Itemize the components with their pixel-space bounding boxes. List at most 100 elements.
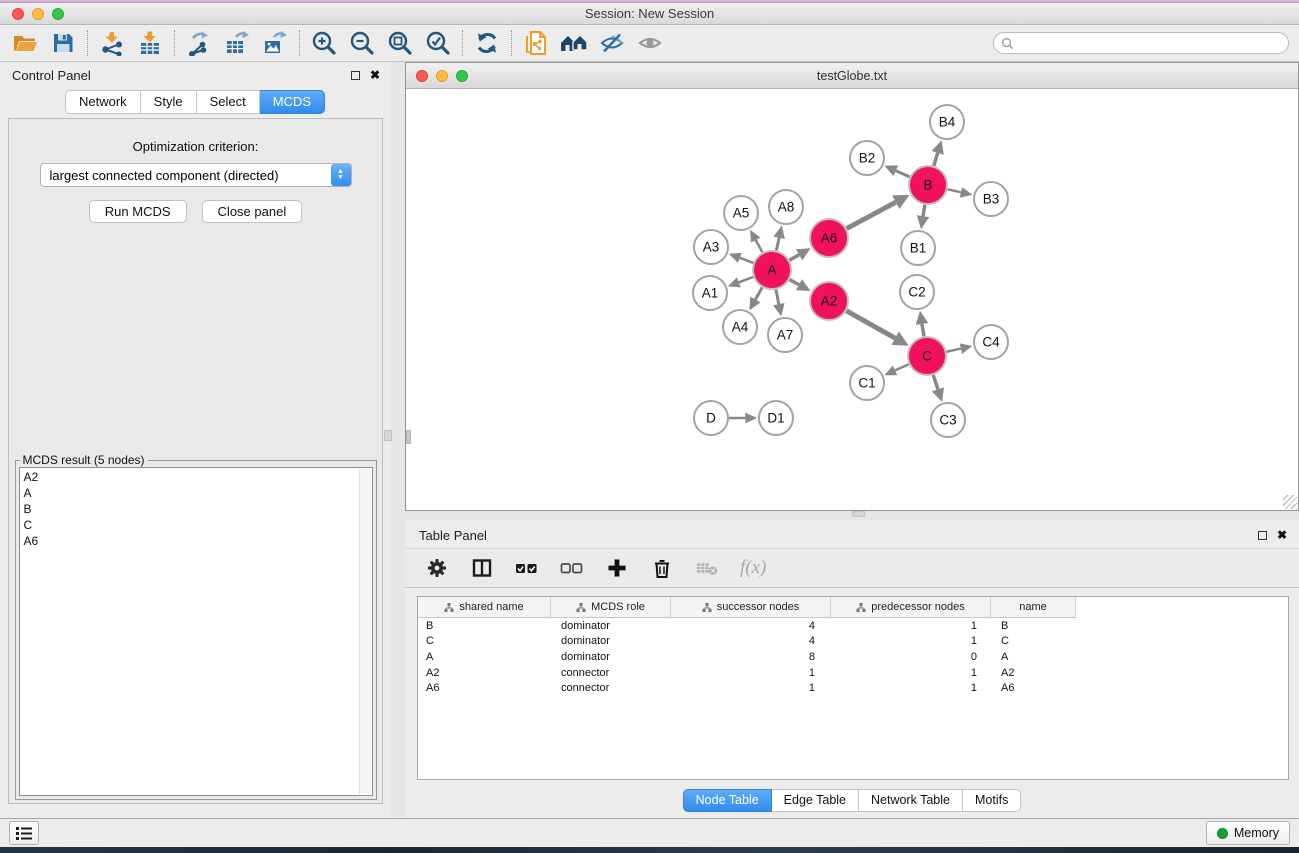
column-header-MCDS-role[interactable]: MCDS role bbox=[551, 597, 671, 618]
graph-node-D1[interactable]: D1 bbox=[759, 401, 793, 435]
graph-edge-C-C3[interactable] bbox=[933, 375, 938, 389]
tab-style[interactable]: Style bbox=[141, 90, 197, 114]
graph-edge-B-B2[interactable] bbox=[896, 171, 910, 177]
select-all-columns-icon[interactable] bbox=[515, 556, 539, 580]
network-from-file-icon[interactable] bbox=[521, 29, 551, 57]
float-table-panel-icon[interactable] bbox=[1258, 531, 1267, 540]
result-scrollbar[interactable] bbox=[359, 469, 371, 794]
graph-edge-B-B4[interactable] bbox=[934, 153, 938, 166]
splitter-handle[interactable] bbox=[852, 511, 865, 517]
close-panel-icon[interactable]: ✖ bbox=[370, 71, 380, 80]
table-row[interactable]: A2connector11A2 bbox=[418, 665, 1288, 681]
graph-node-A7[interactable]: A7 bbox=[768, 318, 802, 352]
result-list-item[interactable]: A2 bbox=[24, 469, 358, 485]
graph-node-A4[interactable]: A4 bbox=[723, 310, 757, 344]
tab-edge-table[interactable]: Edge Table bbox=[772, 789, 859, 812]
delete-table-icon[interactable] bbox=[695, 556, 719, 580]
graph-node-B4[interactable]: B4 bbox=[930, 105, 964, 139]
graph-edge-A-A8[interactable] bbox=[776, 238, 779, 251]
graph-edge-C-C4[interactable] bbox=[947, 349, 961, 352]
import-table-icon[interactable] bbox=[135, 29, 165, 57]
memory-button[interactable]: Memory bbox=[1206, 821, 1290, 845]
graph-node-B2[interactable]: B2 bbox=[850, 141, 884, 175]
column-header-shared-name[interactable]: shared name bbox=[418, 597, 551, 618]
graph-edge-C-C1[interactable] bbox=[895, 364, 909, 370]
close-network-window-button[interactable] bbox=[416, 70, 428, 82]
graph-edge-B-B3[interactable] bbox=[948, 189, 961, 192]
graph-node-A1[interactable]: A1 bbox=[693, 276, 727, 310]
export-image-icon[interactable] bbox=[260, 29, 290, 57]
graph-node-B3[interactable]: B3 bbox=[974, 182, 1008, 216]
open-session-icon[interactable] bbox=[10, 29, 40, 57]
save-session-icon[interactable] bbox=[48, 29, 78, 57]
tab-network-table[interactable]: Network Table bbox=[859, 789, 963, 812]
create-new-column-icon[interactable] bbox=[605, 556, 629, 580]
column-header-successor-nodes[interactable]: successor nodes bbox=[671, 597, 831, 618]
graph-edge-A6-B[interactable] bbox=[847, 202, 896, 228]
result-list-item[interactable]: B bbox=[24, 501, 358, 517]
graph-node-A8[interactable]: A8 bbox=[769, 190, 803, 224]
import-network-icon[interactable] bbox=[97, 29, 127, 57]
graph-edge-C-C2[interactable] bbox=[922, 324, 924, 336]
result-list-item[interactable]: A6 bbox=[24, 533, 358, 549]
graph-node-A5[interactable]: A5 bbox=[724, 196, 758, 230]
search-input[interactable] bbox=[1014, 34, 1288, 52]
zoom-selected-icon[interactable] bbox=[423, 29, 453, 57]
deselect-all-columns-icon[interactable] bbox=[560, 556, 584, 580]
panel-splitter-horizontal[interactable] bbox=[405, 511, 1299, 520]
hide-graphics-details-icon[interactable] bbox=[597, 29, 627, 57]
float-panel-icon[interactable] bbox=[351, 71, 360, 80]
network-canvas[interactable]: B4B2BB3A5A8A6B1A3AA1C2A2A4A7C4CC1C3DD1 bbox=[406, 89, 1298, 510]
graph-node-A6[interactable]: A6 bbox=[810, 219, 848, 257]
tab-select[interactable]: Select bbox=[197, 90, 260, 114]
close-table-panel-icon[interactable]: ✖ bbox=[1277, 531, 1287, 540]
show-column-panel-icon[interactable] bbox=[470, 556, 494, 580]
graph-edge-B-B1[interactable] bbox=[923, 205, 925, 216]
graph-node-B[interactable]: B bbox=[909, 166, 947, 204]
graph-node-A[interactable]: A bbox=[753, 251, 791, 289]
show-graphics-details-icon[interactable] bbox=[635, 29, 665, 57]
graph-edge-A-A6[interactable] bbox=[789, 255, 799, 260]
resize-grip-icon[interactable] bbox=[1283, 495, 1297, 509]
search-box[interactable] bbox=[993, 32, 1289, 54]
splitter-handle[interactable] bbox=[384, 430, 392, 441]
table-row[interactable]: A6connector11A6 bbox=[418, 680, 1288, 696]
close-panel-button[interactable]: Close panel bbox=[202, 200, 303, 223]
export-network-icon[interactable] bbox=[184, 29, 214, 57]
graph-edge-A-A5[interactable] bbox=[756, 240, 763, 252]
panel-splitter-vertical[interactable] bbox=[390, 62, 405, 818]
graph-edge-A-A3[interactable] bbox=[740, 258, 754, 263]
zoom-fit-icon[interactable] bbox=[385, 29, 415, 57]
result-list-item[interactable]: A bbox=[24, 485, 358, 501]
graph-node-B1[interactable]: B1 bbox=[901, 231, 935, 265]
graph-edge-A-A1[interactable] bbox=[739, 277, 753, 282]
table-options-gear-icon[interactable] bbox=[425, 556, 449, 580]
graph-node-C1[interactable]: C1 bbox=[850, 366, 884, 400]
graph-node-C4[interactable]: C4 bbox=[974, 325, 1008, 359]
graph-edge-A-A4[interactable] bbox=[755, 287, 762, 299]
graph-node-C2[interactable]: C2 bbox=[900, 275, 934, 309]
delete-columns-icon[interactable] bbox=[650, 556, 674, 580]
zoom-out-icon[interactable] bbox=[347, 29, 377, 57]
graph-node-C3[interactable]: C3 bbox=[931, 403, 965, 437]
column-header-predecessor-nodes[interactable]: predecessor nodes bbox=[831, 597, 991, 618]
minimize-network-window-button[interactable] bbox=[436, 70, 448, 82]
result-list-item[interactable]: C bbox=[24, 517, 358, 533]
zoom-in-icon[interactable] bbox=[309, 29, 339, 57]
export-table-icon[interactable] bbox=[222, 29, 252, 57]
graph-edge-A-A7[interactable] bbox=[776, 290, 779, 305]
graph-edge-A-A2[interactable] bbox=[790, 280, 799, 285]
optimization-criterion-dropdown[interactable]: largest connected component (directed) ▲… bbox=[40, 163, 352, 187]
graph-node-C[interactable]: C bbox=[908, 337, 946, 375]
table-row[interactable]: Cdominator41C bbox=[418, 634, 1288, 650]
graph-edge-A2-C[interactable] bbox=[846, 311, 895, 338]
run-mcds-button[interactable]: Run MCDS bbox=[89, 200, 187, 223]
table-row[interactable]: Bdominator41B bbox=[418, 618, 1288, 634]
refresh-view-icon[interactable] bbox=[472, 29, 502, 57]
zoom-network-window-button[interactable] bbox=[456, 70, 468, 82]
tab-motifs[interactable]: Motifs bbox=[963, 789, 1021, 812]
tab-mcds[interactable]: MCDS bbox=[260, 90, 325, 114]
network-graph[interactable]: B4B2BB3A5A8A6B1A3AA1C2A2A4A7C4CC1C3DD1 bbox=[406, 89, 1298, 510]
tab-network[interactable]: Network bbox=[65, 90, 141, 114]
tab-node-table[interactable]: Node Table bbox=[683, 789, 772, 812]
